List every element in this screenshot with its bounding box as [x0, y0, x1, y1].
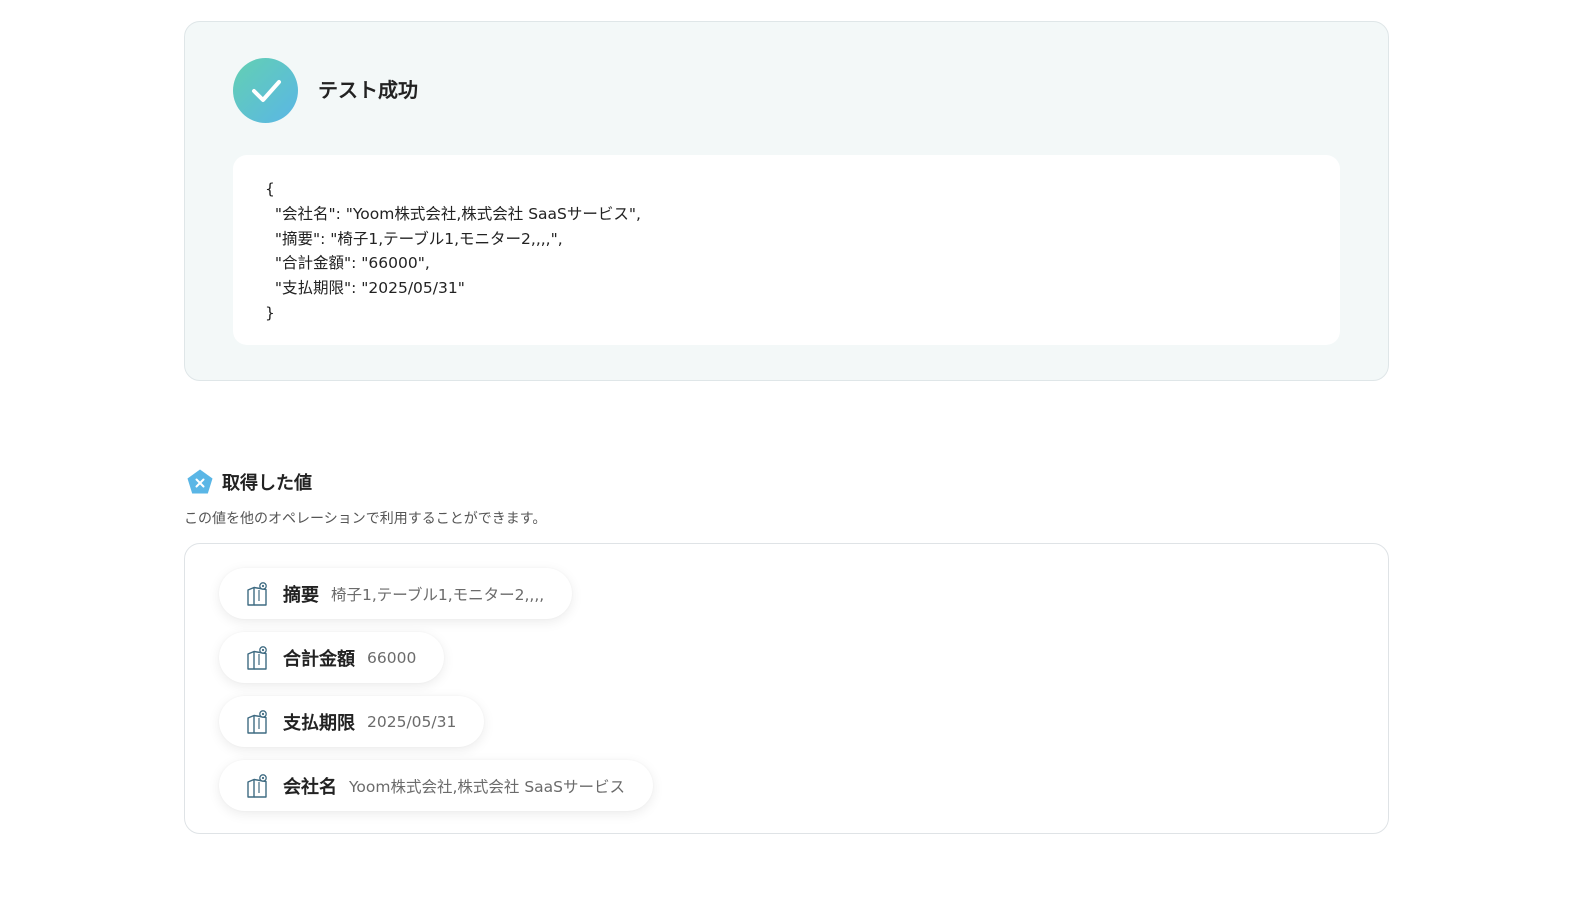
value-text: Yoom株式会社,株式会社 SaaSサービス — [349, 777, 626, 796]
value-chip-3[interactable]: 支払期限 2025/05/31 — [219, 696, 485, 747]
copy-value-icon — [247, 709, 267, 734]
result-title: テスト成功 — [318, 78, 418, 102]
section-description: この値を他のオペレーションで利用することができます。 — [184, 511, 547, 527]
value-text: 椅子1,テーブル1,モニター2,,,, — [331, 585, 545, 604]
value-label: 会社名 — [283, 776, 337, 798]
check-icon — [233, 58, 298, 123]
values-box: 摘要 椅子1,テーブル1,モニター2,,,, 合計金額 66000 支払期限 2… — [184, 543, 1389, 834]
value-list: 摘要 椅子1,テーブル1,モニター2,,,, 合計金額 66000 支払期限 2… — [219, 568, 654, 811]
value-chip-4[interactable]: 会社名 Yoom株式会社,株式会社 SaaSサービス — [219, 760, 654, 811]
values-section-header: 取得した値 — [186, 467, 312, 497]
copy-value-icon — [247, 645, 267, 670]
test-result-card: テスト成功 { "会社名": "Yoom株式会社,株式会社 SaaSサービス",… — [184, 21, 1389, 381]
copy-value-icon — [247, 773, 267, 798]
section-title: 取得した値 — [222, 473, 312, 494]
variable-icon — [187, 469, 213, 494]
value-text: 2025/05/31 — [367, 712, 457, 731]
value-label: 支払期限 — [283, 712, 355, 734]
value-chip-2[interactable]: 合計金額 66000 — [219, 632, 445, 683]
value-chip-1[interactable]: 摘要 椅子1,テーブル1,モニター2,,,, — [219, 568, 573, 619]
json-text: { "会社名": "Yoom株式会社,株式会社 SaaSサービス", "摘要":… — [265, 180, 641, 322]
copy-value-icon — [247, 581, 267, 606]
value-label: 摘要 — [283, 584, 319, 606]
value-text: 66000 — [367, 648, 417, 667]
json-output: { "会社名": "Yoom株式会社,株式会社 SaaSサービス", "摘要":… — [233, 155, 1340, 345]
value-label: 合計金額 — [283, 648, 355, 670]
